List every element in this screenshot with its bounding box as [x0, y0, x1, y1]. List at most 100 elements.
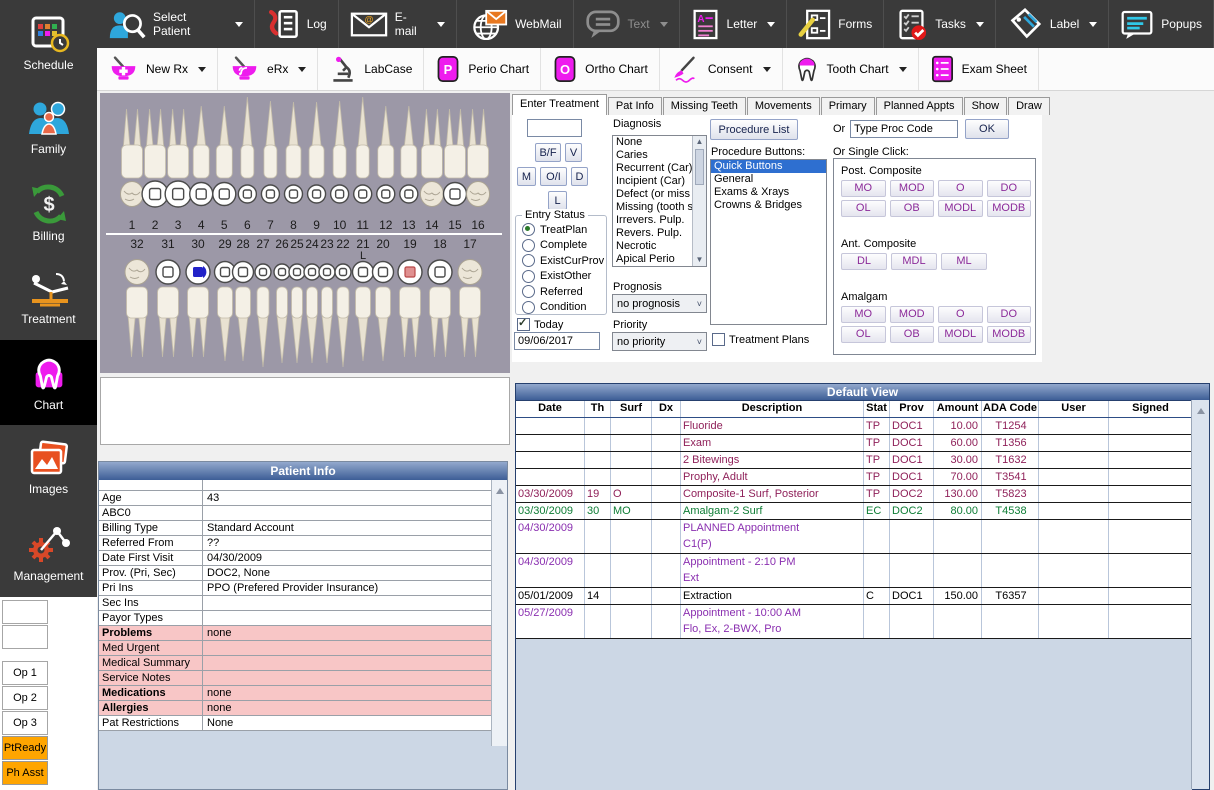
radio-icon[interactable] [522, 301, 535, 314]
scroll-up-icon[interactable] [496, 484, 504, 494]
column-header-dx[interactable]: Dx [651, 401, 680, 417]
procedure-row[interactable]: 2 BitewingsTPDOC130.00T1632 [516, 452, 1192, 469]
sidebar-item-management[interactable]: Management [0, 510, 97, 595]
patient-info-row-pat-restrictions[interactable]: Pat RestrictionsNone [99, 716, 492, 731]
diagnosis-item[interactable]: None [613, 136, 693, 149]
procedure-date-field[interactable] [514, 332, 600, 350]
patient-info-row-referred-from[interactable]: Referred From?? [99, 536, 492, 551]
patient-info-row-sec-ins[interactable]: Sec Ins [99, 596, 492, 611]
op-3-button[interactable]: Op 3 [2, 711, 48, 735]
consent-button[interactable]: Consent [660, 48, 783, 90]
entry-status-option-condition[interactable]: Condition [516, 300, 606, 316]
single-click-amalgam-ol-button[interactable]: OL [841, 326, 886, 343]
dropdown-arrow-icon[interactable] [767, 22, 775, 27]
operatory-blank-cell[interactable] [2, 600, 48, 624]
diagnosis-item[interactable]: Missing (tooth s [613, 201, 693, 214]
scroll-up-icon[interactable]: ▲ [693, 136, 706, 148]
column-header-description[interactable]: Description [680, 401, 863, 417]
patient-info-row-date-first-visit[interactable]: Date First Visit04/30/2009 [99, 551, 492, 566]
log-button[interactable]: Log [255, 0, 339, 48]
tab-show[interactable]: Show [964, 97, 1008, 115]
e-mail-button[interactable]: @E-mail [339, 0, 457, 48]
progress-notes-scrollbar[interactable] [1191, 400, 1209, 789]
single-click-amalgam-ob-button[interactable]: OB [890, 326, 935, 343]
sidebar-item-schedule[interactable]: Schedule [0, 0, 97, 85]
diagnosis-item[interactable]: Necrotic [613, 240, 693, 253]
radio-icon[interactable] [522, 239, 535, 252]
column-header-th[interactable]: Th [584, 401, 610, 417]
column-header-ada-code[interactable]: ADA Code [981, 401, 1038, 417]
diagnosis-item[interactable]: Recurrent (Car) [613, 162, 693, 175]
label-button[interactable]: Label [996, 0, 1109, 48]
labcase-button[interactable]: LabCase [318, 48, 424, 90]
patient-info-row-med-urgent[interactable]: Med Urgent [99, 641, 492, 656]
letter-button[interactable]: ALetter [680, 0, 788, 48]
scroll-up-icon[interactable] [1197, 404, 1205, 414]
diagnosis-item[interactable]: Defect (or miss [613, 188, 693, 201]
dropdown-arrow-icon[interactable] [437, 22, 445, 27]
text-button[interactable]: Text [574, 0, 680, 48]
exam-sheet-button[interactable]: Exam Sheet [919, 48, 1039, 90]
select-patient-button[interactable]: Select Patient [97, 0, 255, 48]
procedure-row[interactable]: ExamTPDOC160.00T1356 [516, 435, 1192, 452]
popups-button[interactable]: Popups [1109, 0, 1214, 48]
sidebar-item-treatment[interactable]: Treatment [0, 255, 97, 340]
diagnosis-item[interactable]: Caries [613, 149, 693, 162]
column-header-surf[interactable]: Surf [610, 401, 651, 417]
patient-info-row-service-notes[interactable]: Service Notes [99, 671, 492, 686]
tab-primary[interactable]: Primary [821, 97, 875, 115]
column-header-stat[interactable]: Stat [863, 401, 889, 417]
diagnosis-scrollbar[interactable]: ▲ ▼ [692, 136, 706, 266]
single-click-ant-composite-ml-button[interactable]: ML [941, 253, 987, 270]
single-click-amalgam-do-button[interactable]: DO [987, 306, 1032, 323]
entry-status-option-existother[interactable]: ExistOther [516, 269, 606, 285]
op-2-button[interactable]: Op 2 [2, 686, 48, 710]
forms-button[interactable]: Forms [787, 0, 884, 48]
column-header-user[interactable]: User [1038, 401, 1108, 417]
single-click-amalgam-mo-button[interactable]: MO [841, 306, 886, 323]
single-click-post-composite-ob-button[interactable]: OB [890, 200, 935, 217]
scroll-down-icon[interactable]: ▼ [693, 254, 706, 266]
patient-info-row-problems[interactable]: Problemsnone [99, 626, 492, 641]
procedure-buttons-listbox[interactable]: Quick ButtonsGeneralExams & XraysCrowns … [710, 159, 827, 325]
radio-icon[interactable] [522, 285, 535, 298]
radio-icon[interactable] [522, 223, 535, 236]
tooth-chart-button[interactable]: Tooth Chart [783, 48, 919, 90]
patient-info-row-medical-summary[interactable]: Medical Summary [99, 656, 492, 671]
scroll-thumb[interactable] [695, 149, 704, 185]
single-click-amalgam-mod-button[interactable]: MOD [890, 306, 935, 323]
procedure-button-list-item[interactable]: General [711, 173, 826, 186]
tab-planned-appts[interactable]: Planned Appts [876, 97, 963, 115]
tab-enter-treatment[interactable]: Enter Treatment [512, 94, 607, 115]
proc-code-input[interactable] [850, 120, 958, 138]
patient-info-row-allergies[interactable]: Allergiesnone [99, 701, 492, 716]
surface-m-button[interactable]: M [517, 167, 536, 186]
tasks-button[interactable]: Tasks [884, 0, 996, 48]
diagnosis-item[interactable]: Apical Perio [613, 253, 693, 266]
procedure-button-list-item[interactable]: Crowns & Bridges [711, 199, 826, 212]
diagnosis-listbox[interactable]: NoneCariesRecurrent (Car)Incipient (Car)… [612, 135, 707, 267]
procedure-row[interactable]: FluorideTPDOC110.00T1254 [516, 418, 1192, 435]
dropdown-arrow-icon[interactable] [763, 67, 771, 72]
sidebar-item-family[interactable]: Family [0, 85, 97, 170]
op-1-button[interactable]: Op 1 [2, 661, 48, 685]
dropdown-arrow-icon[interactable] [298, 67, 306, 72]
single-click-amalgam-modl-button[interactable]: MODL [938, 326, 983, 343]
surface-l-button[interactable]: L [548, 191, 567, 210]
priority-dropdown[interactable]: no priority ˅ [612, 332, 707, 351]
single-click-post-composite-modl-button[interactable]: MODL [938, 200, 983, 217]
radio-icon[interactable] [522, 254, 535, 267]
today-checkbox-box[interactable] [517, 318, 530, 331]
tab-movements[interactable]: Movements [747, 97, 820, 115]
dropdown-arrow-icon[interactable] [660, 22, 668, 27]
dropdown-arrow-icon[interactable] [235, 22, 243, 27]
procedure-row[interactable]: 03/30/200930MOAmalgam-2 SurfECDOC280.00T… [516, 503, 1192, 520]
treatment-plans-checkbox-box[interactable] [712, 333, 725, 346]
patient-info-row-medications[interactable]: Medicationsnone [99, 686, 492, 701]
ok-button[interactable]: OK [965, 119, 1009, 139]
dropdown-arrow-icon[interactable] [198, 67, 206, 72]
new-rx-button[interactable]: New Rx [97, 48, 218, 90]
single-click-post-composite-modb-button[interactable]: MODB [987, 200, 1032, 217]
entry-status-option-existcurprov[interactable]: ExistCurProv [516, 253, 606, 269]
procedure-button-list-item[interactable]: Exams & Xrays [711, 186, 826, 199]
